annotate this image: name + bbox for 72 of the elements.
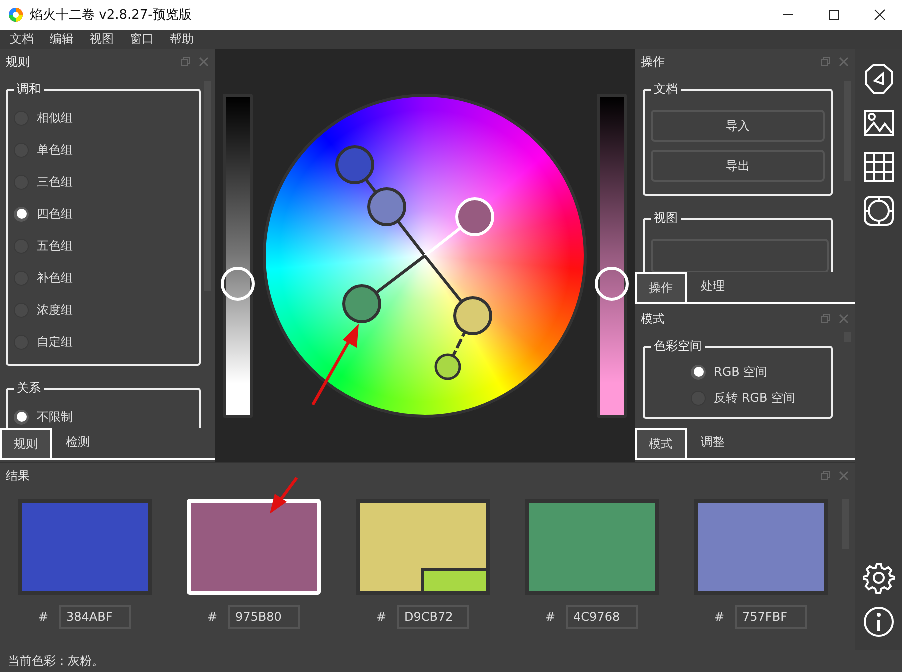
annotation-arrow — [270, 477, 298, 514]
color-handle[interactable] — [336, 145, 374, 184]
radio-label: 五色组 — [37, 238, 73, 254]
radio-label: 浓度组 — [37, 302, 73, 318]
close-icon[interactable] — [874, 9, 886, 21]
radio-label: 不限制 — [37, 408, 73, 426]
hex-field[interactable]: 4C9768 — [566, 605, 638, 629]
panel-tab[interactable]: 规则 — [0, 428, 52, 460]
menu-item[interactable]: 编辑 — [50, 31, 74, 48]
panel-title: 规则 — [6, 54, 31, 70]
app-logo-icon — [8, 7, 24, 23]
maximize-icon[interactable] — [828, 9, 840, 21]
menu-item[interactable]: 视图 — [90, 31, 114, 48]
color-handle[interactable] — [368, 187, 406, 226]
hex-field[interactable]: 757FBF — [734, 605, 807, 629]
color-handle[interactable] — [434, 353, 462, 380]
group-title: 调和 — [16, 81, 42, 98]
radio-label: 自定组 — [37, 334, 73, 350]
radio-label: 补色组 — [37, 270, 73, 286]
hash-label: # — [38, 610, 49, 624]
hex-field[interactable]: 975B80 — [228, 605, 300, 629]
menu-item[interactable]: 文档 — [10, 31, 34, 48]
action-button[interactable]: 导出 — [651, 150, 825, 182]
menu-item[interactable]: 帮助 — [170, 31, 194, 48]
group-title: 文档 — [653, 81, 679, 98]
shade-slider[interactable] — [597, 94, 627, 418]
radio-label: 三色组 — [37, 174, 73, 190]
hex-field[interactable]: 384ABF — [58, 605, 131, 629]
sub-swatch[interactable] — [420, 568, 486, 591]
radio-button[interactable] — [691, 364, 706, 380]
color-handle[interactable] — [454, 296, 492, 335]
radio-label: 相似组 — [37, 110, 73, 126]
group-title: 色彩空间 — [653, 338, 703, 355]
menu-item[interactable]: 窗口 — [130, 31, 154, 48]
brightness-slider[interactable] — [223, 94, 253, 418]
slider-thumb[interactable] — [595, 267, 629, 302]
hash-label: # — [545, 610, 556, 624]
group-title: 视图 — [653, 210, 679, 227]
settings-icon[interactable] — [862, 562, 894, 594]
window-title: 焰火十二卷 v2.8.27-预览版 — [30, 7, 193, 24]
hex-field[interactable]: D9CB72 — [396, 605, 469, 629]
radio-label: 四色组 — [37, 206, 73, 222]
hash-label: # — [207, 610, 218, 624]
color-swatch[interactable] — [18, 499, 152, 595]
group-title: 关系 — [16, 380, 42, 397]
color-swatch[interactable] — [524, 499, 658, 595]
action-button[interactable]: 导入 — [651, 110, 825, 142]
triangle-icon[interactable] — [862, 63, 894, 95]
circle-icon[interactable] — [862, 195, 894, 227]
panel-tab[interactable]: 模式 — [635, 428, 687, 460]
grid-icon[interactable] — [862, 151, 894, 183]
hash-label: # — [376, 610, 387, 624]
radio-button[interactable] — [14, 206, 29, 222]
color-swatch[interactable] — [356, 499, 490, 595]
radio-button[interactable] — [14, 410, 29, 424]
panel-title: 操作 — [641, 54, 666, 70]
panel-tab[interactable]: 操作 — [635, 272, 687, 304]
panel-title: 结果 — [6, 468, 31, 484]
panel-tab[interactable]: 调整 — [687, 426, 739, 458]
status-text: 当前色彩：灰粉。 — [8, 652, 104, 670]
image-icon[interactable] — [862, 107, 894, 139]
panel-tab[interactable]: 处理 — [687, 270, 739, 302]
color-handle[interactable] — [342, 284, 382, 323]
hash-label: # — [714, 610, 725, 624]
panel-title: 模式 — [641, 310, 666, 328]
color-swatch[interactable] — [694, 499, 828, 595]
panel-tab[interactable]: 检测 — [52, 426, 104, 458]
info-icon[interactable] — [862, 606, 894, 638]
radio-label: 反转 RGB 空间 — [714, 390, 796, 406]
radio-label: RGB 空间 — [714, 364, 768, 380]
slider-thumb[interactable] — [221, 267, 255, 302]
radio-label: 单色组 — [37, 142, 73, 158]
